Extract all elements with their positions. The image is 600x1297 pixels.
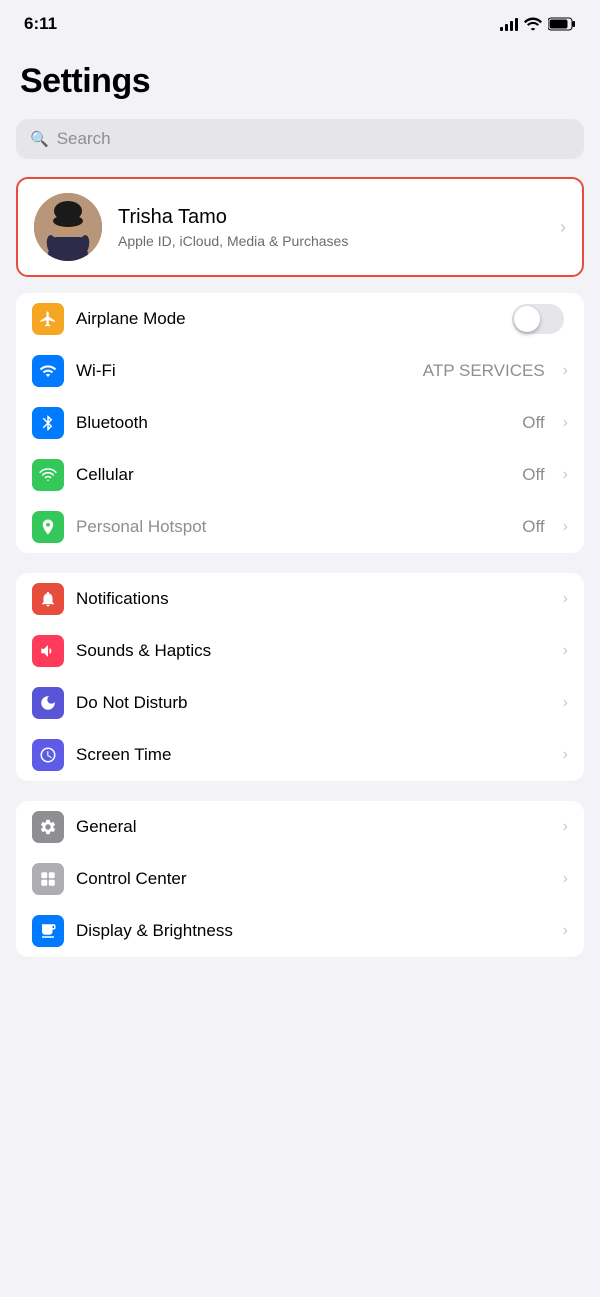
airplane-mode-label: Airplane Mode [76, 309, 500, 329]
airplane-mode-icon [32, 303, 64, 335]
dnd-chevron-icon: › [563, 694, 568, 712]
bluetooth-label: Bluetooth [76, 413, 510, 433]
notifications-list: Notifications › Sounds & Haptics › Do No… [16, 573, 584, 781]
hotspot-chevron-icon: › [563, 518, 568, 536]
bluetooth-value: Off [522, 413, 544, 433]
cellular-icon [32, 459, 64, 491]
general-label: General [76, 817, 551, 837]
controlcenter-icon [32, 863, 64, 895]
screentime-label: Screen Time [76, 745, 551, 765]
general-chevron-icon: › [563, 818, 568, 836]
display-chevron-icon: › [563, 922, 568, 940]
cellular-label: Cellular [76, 465, 510, 485]
connectivity-group: Airplane Mode Wi-Fi ATP SERVICES › Bluet… [0, 293, 600, 553]
bluetooth-chevron-icon: › [563, 414, 568, 432]
profile-card[interactable]: Trisha Tamo Apple ID, iCloud, Media & Pu… [16, 177, 584, 277]
search-icon: 🔍 [30, 130, 49, 148]
bluetooth-row[interactable]: Bluetooth Off › [16, 397, 584, 449]
general-list: General › Control Center › Display & Bri… [16, 801, 584, 957]
general-group: General › Control Center › Display & Bri… [0, 801, 600, 957]
profile-subtitle: Apple ID, iCloud, Media & Purchases [118, 233, 544, 249]
notifications-icon [32, 583, 64, 615]
notifications-chevron-icon: › [563, 590, 568, 608]
dnd-row[interactable]: Do Not Disturb › [16, 677, 584, 729]
profile-name: Trisha Tamo [118, 206, 544, 229]
dnd-icon [32, 687, 64, 719]
status-icons [500, 17, 576, 31]
screentime-row[interactable]: Screen Time › [16, 729, 584, 781]
sounds-label: Sounds & Haptics [76, 641, 551, 661]
hotspot-label: Personal Hotspot [76, 517, 510, 537]
signal-icon [500, 17, 518, 31]
screentime-chevron-icon: › [563, 746, 568, 764]
profile-chevron-icon: › [560, 217, 566, 238]
status-time: 6:11 [24, 14, 57, 34]
cellular-row[interactable]: Cellular Off › [16, 449, 584, 501]
airplane-mode-toggle[interactable] [512, 304, 564, 334]
sounds-chevron-icon: › [563, 642, 568, 660]
search-container: 🔍 Search [0, 111, 600, 171]
notifications-group: Notifications › Sounds & Haptics › Do No… [0, 573, 600, 781]
profile-row[interactable]: Trisha Tamo Apple ID, iCloud, Media & Pu… [18, 179, 582, 275]
avatar [34, 193, 102, 261]
wifi-label: Wi-Fi [76, 361, 411, 381]
general-icon [32, 811, 64, 843]
hotspot-value: Off [522, 517, 544, 537]
cellular-value: Off [522, 465, 544, 485]
notifications-label: Notifications [76, 589, 551, 609]
notifications-row[interactable]: Notifications › [16, 573, 584, 625]
search-placeholder: Search [57, 129, 111, 149]
display-row[interactable]: Display & Brightness › [16, 905, 584, 957]
screentime-icon [32, 739, 64, 771]
wifi-status-icon [524, 17, 542, 31]
hotspot-icon [32, 511, 64, 543]
hotspot-row[interactable]: Personal Hotspot Off › [16, 501, 584, 553]
controlcenter-row[interactable]: Control Center › [16, 853, 584, 905]
controlcenter-label: Control Center [76, 869, 551, 889]
status-bar: 6:11 [0, 0, 600, 42]
general-row[interactable]: General › [16, 801, 584, 853]
avatar-silhouette [34, 193, 102, 261]
battery-icon [548, 17, 576, 31]
bluetooth-icon [32, 407, 64, 439]
wifi-row[interactable]: Wi-Fi ATP SERVICES › [16, 345, 584, 397]
connectivity-list: Airplane Mode Wi-Fi ATP SERVICES › Bluet… [16, 293, 584, 553]
wifi-value: ATP SERVICES [423, 361, 545, 381]
dnd-label: Do Not Disturb [76, 693, 551, 713]
wifi-icon [32, 355, 64, 387]
cellular-chevron-icon: › [563, 466, 568, 484]
sounds-icon [32, 635, 64, 667]
sounds-row[interactable]: Sounds & Haptics › [16, 625, 584, 677]
display-label: Display & Brightness [76, 921, 551, 941]
search-bar[interactable]: 🔍 Search [16, 119, 584, 159]
wifi-chevron-icon: › [563, 362, 568, 380]
airplane-mode-row[interactable]: Airplane Mode [16, 293, 584, 345]
page-title: Settings [20, 62, 580, 101]
header: Settings [0, 42, 600, 111]
display-icon [32, 915, 64, 947]
controlcenter-chevron-icon: › [563, 870, 568, 888]
profile-info: Trisha Tamo Apple ID, iCloud, Media & Pu… [118, 206, 544, 249]
